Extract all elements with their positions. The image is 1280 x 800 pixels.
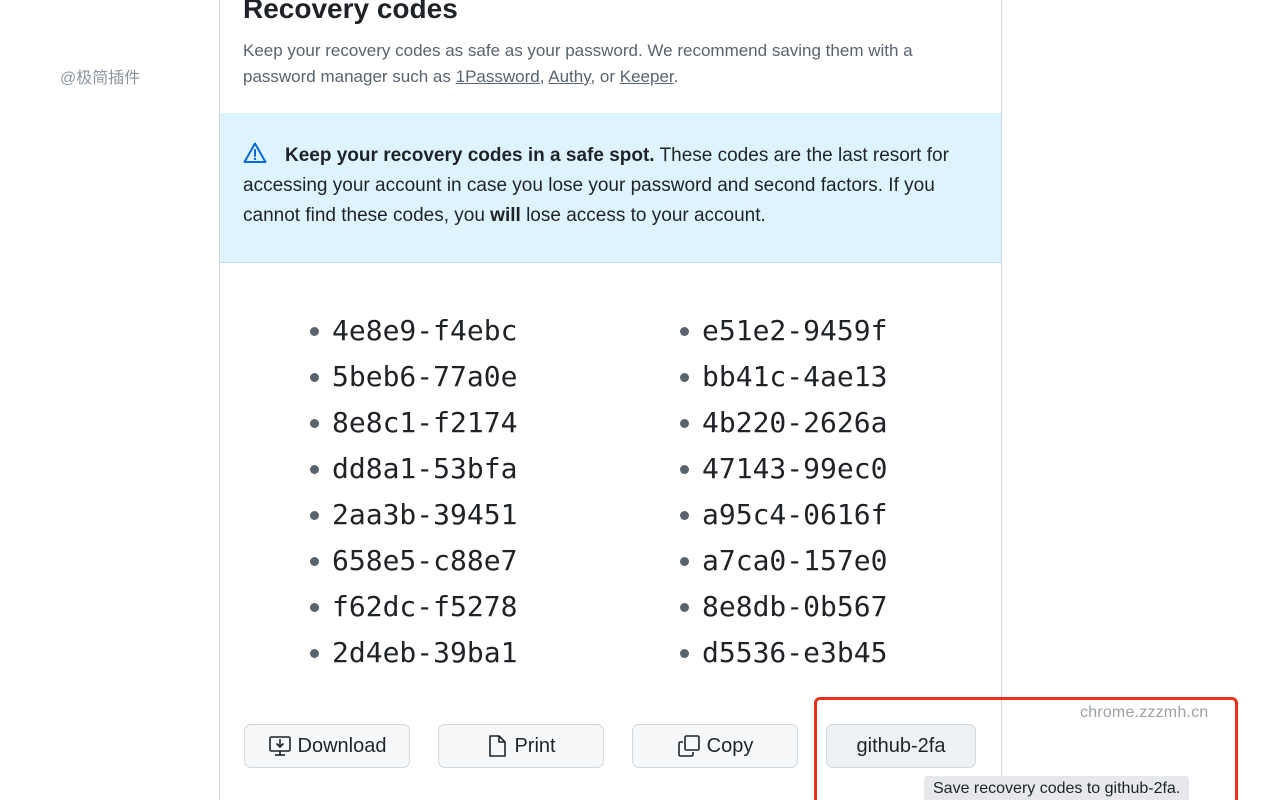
download-label: Download [297, 734, 387, 757]
tooltip: Save recovery codes to github-2fa. [924, 776, 1190, 800]
bullet [310, 326, 319, 336]
page-title: Recovery codes [243, 0, 458, 24]
code-value: 4e8e9-f4ebc [332, 314, 518, 347]
code-item: a7ca0-157e0 [680, 538, 950, 584]
alert-bold-will: will [490, 205, 521, 226]
description: Keep your recovery codes as safe as your… [243, 38, 983, 90]
code-item: a95c4-0616f [680, 492, 950, 538]
code-value: 2d4eb-39ba1 [332, 636, 518, 669]
page: @极简插件 Recovery codes Keep your recovery … [0, 0, 1280, 800]
watermark-left: @极简插件 [60, 70, 141, 87]
code-item: 4b220-2626a [680, 400, 950, 446]
alert-bold-text: Keep your recovery codes in a safe spot. [285, 145, 655, 166]
header-section: Recovery codes Keep your recovery codes … [220, 0, 1001, 114]
separator: , [539, 67, 549, 86]
bullet [680, 418, 689, 428]
code-value: 4b220-2626a [702, 406, 888, 439]
bullet [310, 648, 319, 658]
code-item: 2d4eb-39ba1 [310, 630, 680, 676]
code-item: 658e5-c88e7 [310, 538, 680, 584]
code-item: 5beb6-77a0e [310, 354, 680, 400]
bullet [310, 418, 319, 428]
code-value: dd8a1-53bfa [332, 452, 518, 485]
alert-triangle-icon [243, 141, 267, 165]
link-1password[interactable]: 1Password [456, 67, 540, 86]
file-icon [489, 735, 507, 757]
print-button[interactable]: Print [438, 724, 604, 768]
bullet [310, 372, 319, 382]
recovery-codes-list: 4e8e9-f4ebc e51e2-9459f 5beb6-77a0e bb41… [310, 308, 950, 676]
code-value: a7ca0-157e0 [702, 544, 888, 577]
code-value: 47143-99ec0 [702, 452, 888, 485]
separator: , or [590, 67, 620, 86]
code-item: 47143-99ec0 [680, 446, 950, 492]
code-value: 2aa3b-39451 [332, 498, 518, 531]
bullet [680, 372, 689, 382]
code-value: e51e2-9459f [702, 314, 888, 347]
bullet [310, 556, 319, 566]
code-item: bb41c-4ae13 [680, 354, 950, 400]
bullet [680, 464, 689, 474]
code-item: f62dc-f5278 [310, 584, 680, 630]
code-value: d5536-e3b45 [702, 636, 888, 669]
code-value: a95c4-0616f [702, 498, 888, 531]
link-keeper[interactable]: Keeper [620, 67, 674, 86]
print-label: Print [514, 734, 556, 757]
code-value: 8e8c1-f2174 [332, 406, 518, 439]
code-item: 2aa3b-39451 [310, 492, 680, 538]
link-authy[interactable]: Authy [548, 67, 590, 86]
bullet [310, 510, 319, 520]
description-suffix: . [673, 67, 679, 86]
code-item: 8e8c1-f2174 [310, 400, 680, 446]
code-item: e51e2-9459f [680, 308, 950, 354]
code-item: dd8a1-53bfa [310, 446, 680, 492]
code-value: bb41c-4ae13 [702, 360, 888, 393]
code-value: f62dc-f5278 [332, 590, 518, 623]
bullet [680, 648, 689, 658]
bullet [310, 602, 319, 612]
warning-alert: Keep your recovery codes in a safe spot.… [220, 113, 1001, 263]
code-value: 658e5-c88e7 [332, 544, 518, 577]
copy-button[interactable]: Copy [632, 724, 798, 768]
bullet [680, 326, 689, 336]
copy-label: Copy [706, 734, 754, 757]
bullet [310, 464, 319, 474]
code-item: 4e8e9-f4ebc [310, 308, 680, 354]
bullet [680, 602, 689, 612]
code-value: 8e8db-0b567 [702, 590, 888, 623]
code-value: 5beb6-77a0e [332, 360, 518, 393]
code-item: 8e8db-0b567 [680, 584, 950, 630]
download-icon [268, 736, 291, 756]
copy-icon [677, 735, 700, 757]
recovery-codes-panel: Recovery codes Keep your recovery codes … [219, 0, 1002, 800]
alert-body-2: lose access to your account. [520, 205, 766, 226]
alert-text: Keep your recovery codes in a safe spot.… [243, 141, 983, 231]
code-item: d5536-e3b45 [680, 630, 950, 676]
bullet [680, 556, 689, 566]
bullet [680, 510, 689, 520]
download-button[interactable]: Download [244, 724, 410, 768]
